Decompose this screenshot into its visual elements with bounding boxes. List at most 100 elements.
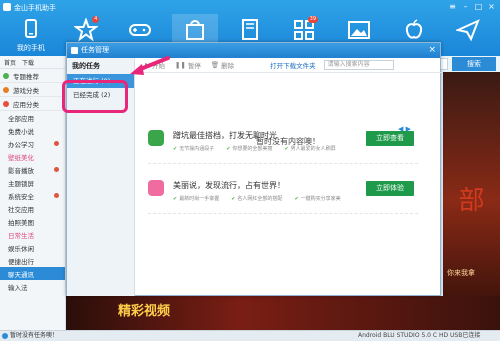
task-toolbar: ▶ 开始 ❚❚ 暂停 🗑 删除 打开下载文件夹 请输入搜索内容 [135, 58, 441, 73]
phone-icon [24, 19, 37, 38]
banner-subtext: 你来我拿 [447, 269, 475, 277]
promo-title: 美丽说，发现流行，占有世界！ [173, 181, 285, 190]
status-icon [2, 333, 8, 339]
app-logo-icon [3, 3, 11, 11]
sidebar-item-label: 免费小说 [8, 127, 34, 136]
delete-button[interactable]: 🗑 删除 [211, 60, 234, 70]
promo-tag: 无节操内涵段子 [173, 145, 214, 152]
sidebar-item-label: 输入法 [8, 283, 28, 292]
sidebar-top: 首页 下载 [0, 56, 65, 69]
sidebar-item[interactable]: 办公学习 [0, 137, 65, 150]
home-link[interactable]: 首页 [4, 58, 16, 67]
promo-tags: 最新时尚一手掌握 名人网红全部的搭配 一键购买分享家美 [173, 195, 341, 202]
promo-tags: 无节操内涵段子 你想要的全部美丽 男人最爱的女人刷屏 [173, 145, 336, 152]
sidebar-group[interactable]: 专题推荐 [0, 69, 65, 83]
sidebar-group-label: 应用分类 [13, 100, 39, 109]
minimize-icon[interactable]: – [461, 2, 470, 11]
new-dot-icon [54, 167, 59, 172]
category-dot-icon [3, 72, 9, 79]
promo-button[interactable]: 立即体验 [366, 181, 414, 196]
sidebar-item-label: 社交应用 [8, 205, 34, 214]
sidebar-group[interactable]: 应用分类 [0, 97, 65, 111]
send-icon [456, 19, 481, 42]
dialog-close-icon[interactable]: × [428, 43, 436, 58]
pink-arrow-icon [130, 56, 170, 75]
nav-item-send[interactable] [445, 14, 491, 56]
promo-button[interactable]: 立即查看 [366, 131, 414, 146]
book-icon [241, 19, 258, 40]
video-banner-text: 精彩视频 [118, 304, 171, 319]
download-link[interactable]: 下载 [22, 58, 34, 67]
trash-icon: 🗑 [210, 61, 220, 69]
sidebar-item-label: 主题锁屏 [8, 179, 34, 188]
bag-icon [185, 20, 204, 40]
banner-text: 部 [458, 186, 485, 216]
category-dot-icon [3, 86, 9, 93]
sidebar-item[interactable]: 壁纸美化 [0, 150, 65, 163]
gamepad-icon [129, 24, 152, 36]
pause-button[interactable]: ❚❚ 暂停 [175, 60, 201, 70]
promo-tag: 名人网红全部的搭配 [231, 195, 282, 202]
sidebar-item-label: 办公学习 [8, 140, 34, 149]
status-left-text: 暂时没有任务噢！ [10, 332, 59, 339]
sidebar-item[interactable]: 输入法 [0, 280, 65, 293]
sidebar-item[interactable]: 主题锁屏 [0, 176, 65, 189]
promo-card: 蹭坑最佳搭档，打发无聊时光无节操内涵段子 你想要的全部美丽 男人最爱的女人刷屏 立即查… [148, 128, 418, 164]
dialog-title: 任务管理 [81, 46, 109, 54]
sidebar-item[interactable]: 系统安全 [0, 189, 65, 202]
promo-tag: 你想要的全部美丽 [226, 145, 272, 152]
sidebar-item[interactable]: 日常生活 [0, 228, 65, 241]
app-icon [148, 130, 164, 146]
nav-item-phone[interactable]: 我的手机 [8, 14, 54, 56]
sidebar: 首页 下载 专题推荐游戏分类应用分类 全部应用免费小说办公学习壁纸美化影音播放主… [0, 56, 66, 330]
image-icon [347, 21, 370, 39]
task-search-input[interactable]: 请输入搜索内容 [323, 60, 394, 70]
sidebar-item[interactable]: 全部应用 [0, 111, 65, 124]
sidebar-group[interactable]: 游戏分类 [0, 83, 65, 97]
promo-tag: 最新时尚一手掌握 [173, 195, 219, 202]
sidebar-item-label: 壁纸美化 [8, 153, 34, 162]
new-dot-icon [54, 141, 59, 146]
sidebar-item[interactable]: 娱乐休闲 [0, 241, 65, 254]
sidebar-item-label: 日常生活 [8, 231, 34, 240]
dialog-title-bar: 任务管理 × [67, 43, 440, 58]
promo-title: 蹭坑最佳搭档，打发无聊时光 [173, 131, 277, 140]
maximize-icon[interactable]: □ [474, 2, 483, 11]
new-dot-icon [54, 193, 59, 198]
sidebar-item[interactable]: 影音播放 [0, 163, 65, 176]
task-sidebar-header: 我的任务 [72, 62, 100, 70]
sidebar-item-label: 拍照美图 [8, 218, 34, 227]
pause-icon: ❚❚ [175, 61, 186, 69]
nav-badge: 4 [92, 16, 100, 23]
apple-icon [405, 19, 422, 39]
sidebar-item[interactable]: 免费小说 [0, 124, 65, 137]
task-icon [71, 47, 78, 54]
menu-icon[interactable]: ≡ [448, 2, 457, 11]
sidebar-item[interactable]: 拍照美图 [0, 215, 65, 228]
sidebar-item-label: 影音播放 [8, 166, 34, 175]
app-title: 金山手机助手 [14, 4, 56, 12]
sidebar-item[interactable]: 聊天通讯 [0, 267, 65, 280]
promo-card: 美丽说，发现流行，占有世界！ 最新时尚一手掌握 名人网红全部的搭配 一键购买分享家美 立… [148, 178, 418, 214]
sidebar-item[interactable]: 便捷出行 [0, 254, 65, 267]
sidebar-item-label: 娱乐休闲 [8, 244, 34, 253]
main-search-button[interactable]: 搜索 [452, 57, 496, 71]
category-dot-icon [3, 100, 9, 107]
promo-tag: 一键购买分享家美 [294, 195, 341, 202]
open-folder-link[interactable]: 打开下载文件夹 [270, 60, 316, 70]
sidebar-item-label: 全部应用 [8, 114, 34, 123]
sidebar-group-label: 游戏分类 [13, 86, 39, 95]
promo-tag: 男人最爱的女人刷屏 [284, 145, 336, 152]
highlight-box [62, 80, 128, 113]
nav-badge: 39 [307, 16, 319, 23]
sidebar-item-label: 聊天通讯 [8, 270, 34, 279]
sidebar-item-label: 便捷出行 [8, 257, 34, 266]
title-bar: 金山手机助手 ≡ – □ × [0, 0, 500, 14]
close-icon[interactable]: × [487, 2, 496, 11]
sidebar-item-label: 系统安全 [8, 192, 34, 201]
app-icon [148, 180, 164, 196]
window-controls: ≡ – □ × [448, 2, 496, 11]
device-status-text: Android BLU STUDIO 5.0 C HD USB已连接 [358, 332, 481, 339]
sidebar-item[interactable]: 社交应用 [0, 202, 65, 215]
status-bar: 暂时没有任务噢！ Android BLU STUDIO 5.0 C HD USB… [0, 330, 500, 341]
